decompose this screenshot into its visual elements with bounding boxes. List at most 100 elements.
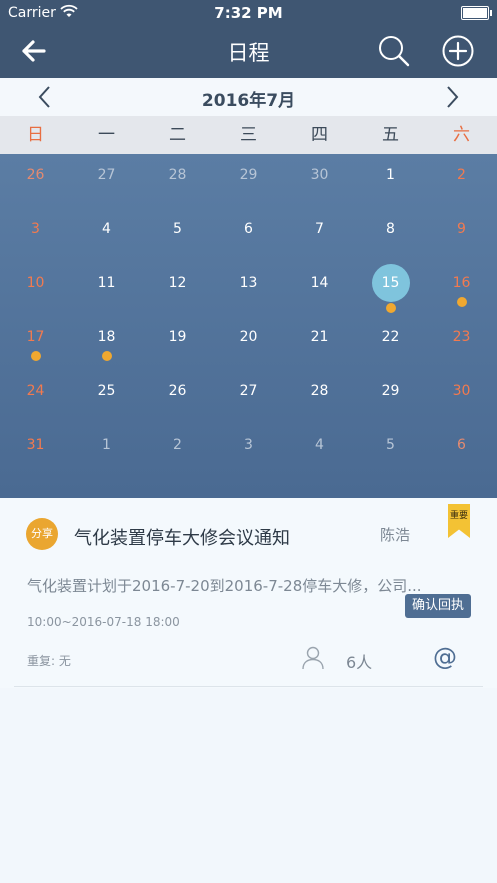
participants-icon[interactable] — [300, 646, 326, 670]
important-badge: 重要 — [448, 504, 470, 538]
calendar-day[interactable]: 5 — [142, 205, 213, 259]
weekday-label: 四 — [311, 125, 328, 145]
participants-count: 6人 — [346, 653, 373, 672]
day-number: 6 — [244, 221, 253, 237]
day-number: 15 — [371, 264, 410, 302]
day-number: 27 — [239, 383, 258, 399]
calendar-day[interactable]: 4 — [284, 421, 355, 475]
calendar-day[interactable]: 28 — [284, 367, 355, 421]
chevron-right-icon[interactable] — [441, 85, 463, 109]
calendar-day[interactable]: 1 — [71, 421, 142, 475]
day-number: 5 — [386, 437, 395, 453]
day-number: 7 — [315, 221, 324, 237]
day-number: 22 — [381, 329, 400, 345]
day-number: 2 — [173, 437, 182, 453]
day-number: 20 — [239, 329, 258, 345]
day-number: 3 — [31, 221, 40, 237]
battery-icon — [461, 6, 492, 20]
day-number: 6 — [457, 437, 466, 453]
calendar-day[interactable]: 17 — [0, 313, 71, 367]
month-label: 2016年7月 — [201, 91, 296, 111]
calendar-day[interactable]: 23 — [426, 313, 497, 367]
add-icon[interactable] — [441, 34, 475, 68]
day-number: 8 — [386, 221, 395, 237]
calendar-day[interactable]: 2 — [142, 421, 213, 475]
calendar-day[interactable]: 12 — [142, 259, 213, 313]
calendar-day[interactable]: 1 — [355, 151, 426, 205]
day-number: 14 — [310, 275, 329, 291]
day-number: 26 — [168, 383, 187, 399]
calendar-day[interactable]: 20 — [213, 313, 284, 367]
day-number: 3 — [244, 437, 253, 453]
day-number: 13 — [239, 275, 258, 291]
weekday-label: 一 — [98, 125, 115, 145]
day-number: 9 — [457, 221, 466, 237]
event-dot — [30, 351, 41, 361]
page-title: 日程 — [227, 41, 270, 65]
navigation-bar: 日程 — [0, 26, 497, 78]
event-card[interactable]: 分享 气化装置停车大修会议通知 陈浩 重要 气化装置计划于2016-7-20到2… — [0, 498, 497, 688]
day-number: 4 — [102, 221, 111, 237]
calendar-day-today[interactable]: 15 — [355, 259, 426, 313]
calendar-day[interactable]: 27 — [213, 367, 284, 421]
share-tag: 分享 — [26, 518, 58, 550]
calendar-day[interactable]: 9 — [426, 205, 497, 259]
status-time: 7:32 PM — [214, 4, 283, 22]
event-title[interactable]: 气化装置停车大修会议通知 — [74, 524, 290, 550]
weekday-label: 五 — [382, 125, 399, 145]
month-selector: 2016年7月 — [0, 78, 497, 116]
calendar-day[interactable]: 6 — [426, 421, 497, 475]
calendar-day[interactable]: 22 — [355, 313, 426, 367]
confirm-receipt-button[interactable]: 确认回执 — [405, 594, 471, 618]
day-number: 27 — [97, 167, 116, 183]
calendar-day[interactable]: 31 — [0, 421, 71, 475]
day-number: 30 — [310, 167, 329, 183]
search-icon[interactable] — [377, 34, 411, 68]
calendar-day[interactable]: 14 — [284, 259, 355, 313]
top-bar: Carrier 7:32 PM 日程 — [0, 0, 497, 78]
calendar-day[interactable]: 29 — [355, 367, 426, 421]
day-number: 25 — [97, 383, 116, 399]
calendar-day[interactable]: 6 — [213, 205, 284, 259]
day-number: 21 — [310, 329, 329, 345]
calendar-day[interactable]: 25 — [71, 367, 142, 421]
divider — [14, 686, 483, 687]
calendar-day[interactable]: 10 — [0, 259, 71, 313]
calendar-day[interactable]: 30 — [426, 367, 497, 421]
day-number: 29 — [381, 383, 400, 399]
weekday-label: 日 — [27, 125, 44, 145]
calendar-day[interactable]: 28 — [142, 151, 213, 205]
day-number: 1 — [102, 437, 111, 453]
status-bar: Carrier 7:32 PM — [0, 0, 497, 26]
calendar-day[interactable]: 30 — [284, 151, 355, 205]
calendar-day[interactable]: 21 — [284, 313, 355, 367]
event-dot — [456, 297, 467, 307]
day-number: 2 — [457, 167, 466, 183]
calendar-week-row: 26 27 28 29 30 1 2 — [0, 151, 497, 205]
day-number: 12 — [168, 275, 187, 291]
calendar-day[interactable]: 3 — [213, 421, 284, 475]
calendar-day[interactable]: 13 — [213, 259, 284, 313]
day-number: 1 — [386, 167, 395, 183]
calendar-day[interactable]: 24 — [0, 367, 71, 421]
calendar-day[interactable]: 4 — [71, 205, 142, 259]
calendar-day[interactable]: 18 — [71, 313, 142, 367]
calendar-week-row: 17 18 19 20 21 22 23 — [0, 313, 497, 367]
calendar-day[interactable]: 19 — [142, 313, 213, 367]
day-number: 10 — [26, 275, 45, 291]
calendar-day[interactable]: 26 — [142, 367, 213, 421]
event-repeat: 重复: 无 — [27, 654, 71, 668]
mention-icon[interactable]: @ — [433, 643, 457, 671]
calendar-grid: 26 27 28 29 30 1 2 3 4 5 6 7 8 9 10 11 12 13 14 15 16 17 18 19 2… — [0, 154, 497, 498]
calendar-day[interactable]: 26 — [0, 151, 71, 205]
calendar-day[interactable]: 8 — [355, 205, 426, 259]
calendar-day[interactable]: 29 — [213, 151, 284, 205]
day-number: 28 — [168, 167, 187, 183]
calendar-day[interactable]: 2 — [426, 151, 497, 205]
calendar-day[interactable]: 7 — [284, 205, 355, 259]
calendar-day[interactable]: 27 — [71, 151, 142, 205]
calendar-day[interactable]: 5 — [355, 421, 426, 475]
calendar-day[interactable]: 3 — [0, 205, 71, 259]
calendar-day[interactable]: 16 — [426, 259, 497, 313]
calendar-day[interactable]: 11 — [71, 259, 142, 313]
